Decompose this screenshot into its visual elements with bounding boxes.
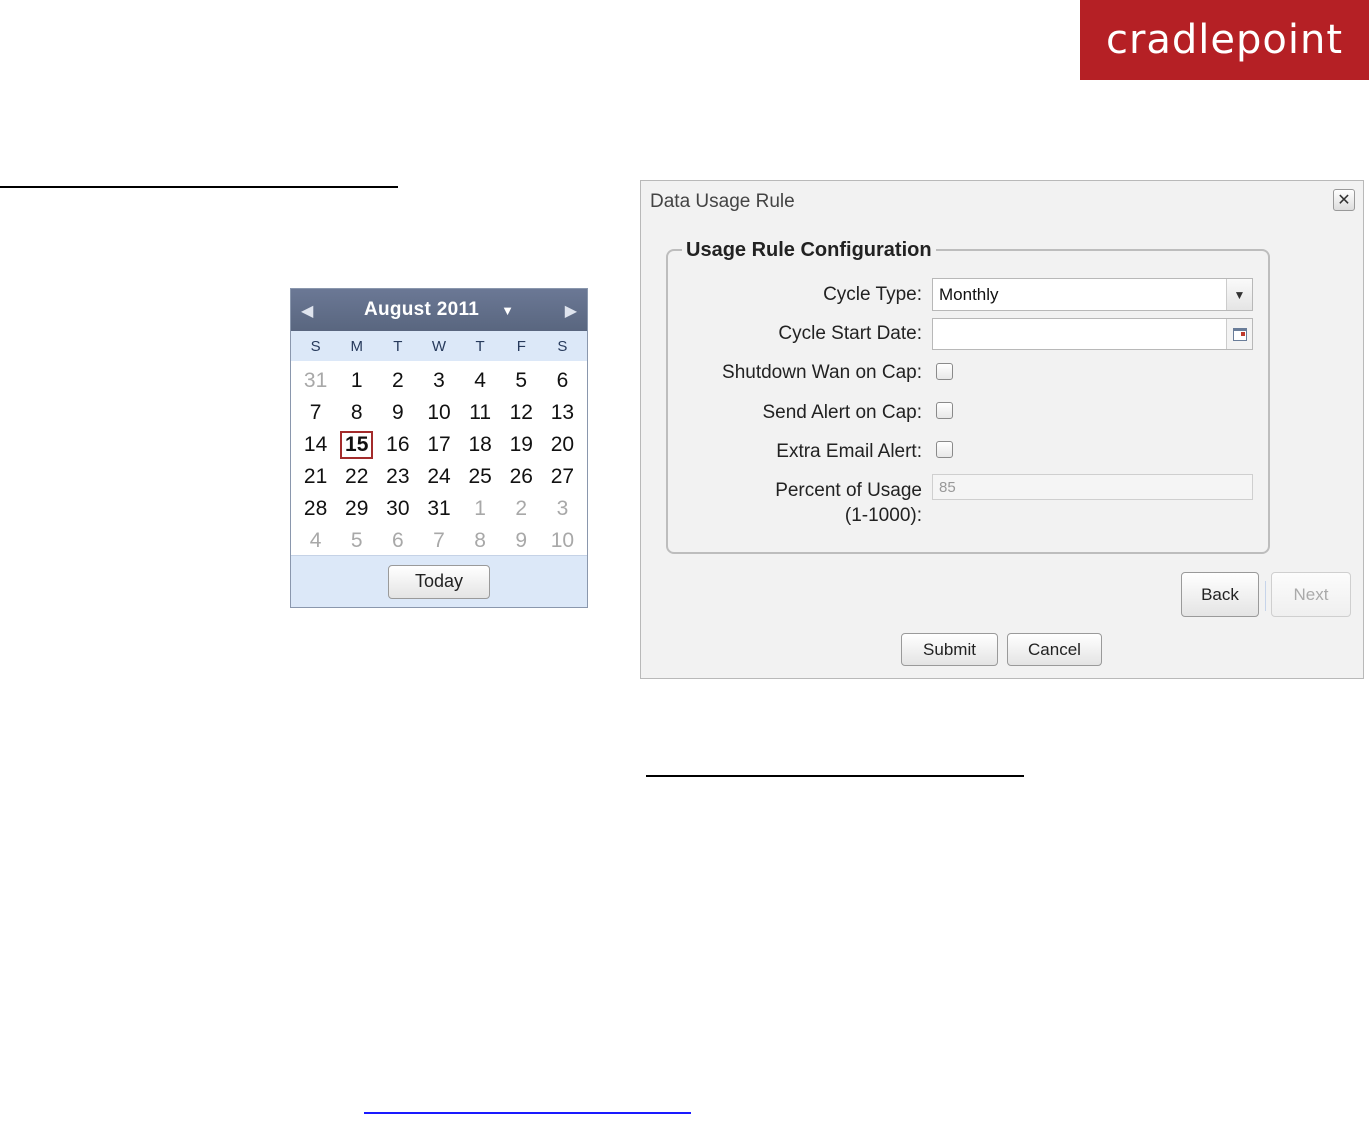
send-alert-checkbox[interactable]	[936, 402, 953, 419]
cycle-start-date-input[interactable]	[932, 318, 1253, 350]
logo-text: cradlepoint	[1105, 17, 1344, 63]
calendar-day[interactable]: 31	[295, 365, 336, 397]
shutdown-wan-checkbox[interactable]	[936, 363, 953, 380]
calendar-day[interactable]: 20	[542, 429, 583, 461]
submit-button[interactable]: Submit	[901, 633, 998, 666]
calendar-footer: Today	[291, 555, 587, 607]
calendar-day[interactable]: 16	[377, 429, 418, 461]
close-icon[interactable]: ✕	[1333, 189, 1355, 211]
percent-usage-range-label: (1-1000):	[844, 505, 922, 526]
calendar-day[interactable]: 3	[418, 365, 459, 397]
calendar-day[interactable]: 5	[336, 525, 377, 557]
calendar-icon[interactable]	[1226, 319, 1252, 349]
calendar-day[interactable]: 18	[460, 429, 501, 461]
calendar-day[interactable]: 27	[542, 461, 583, 493]
cradlepoint-logo: cradlepoint	[1080, 0, 1369, 80]
calendar-day[interactable]: 12	[501, 397, 542, 429]
weekday-label: T	[475, 337, 485, 355]
calendar-day[interactable]: 8	[336, 397, 377, 429]
calendar-day[interactable]: 2	[501, 493, 542, 525]
calendar-day[interactable]: 4	[295, 525, 336, 557]
calendar-day[interactable]: 4	[460, 365, 501, 397]
month-label[interactable]: August 2011	[364, 299, 479, 321]
next-month-icon[interactable]: ▶	[565, 301, 577, 321]
fieldset-legend: Usage Rule Configuration	[682, 239, 936, 262]
calendar-day[interactable]: 9	[377, 397, 418, 429]
heading-underline	[0, 186, 398, 188]
back-button[interactable]: Back	[1181, 572, 1259, 617]
month-dropdown-icon[interactable]: ▼	[501, 303, 514, 318]
calendar-day[interactable]: 10	[418, 397, 459, 429]
calendar-day[interactable]: 3	[542, 493, 583, 525]
calendar-day[interactable]: 13	[542, 397, 583, 429]
cancel-button[interactable]: Cancel	[1007, 633, 1102, 666]
percent-usage-input[interactable]: 85	[932, 474, 1253, 500]
calendar-day[interactable]: 17	[418, 429, 459, 461]
calendar-day[interactable]: 22	[336, 461, 377, 493]
weekday-label: W	[431, 337, 447, 355]
calendar-days: 31 1 2 3 4 5 6 7 8 9 10 11 12 13 14 15 16 17 18 19 20 21 22 23 2…	[291, 361, 587, 559]
calendar-day[interactable]: 1	[460, 493, 501, 525]
caption-underline	[646, 775, 1024, 777]
weekday-label: T	[393, 337, 403, 355]
weekday-label: F	[516, 337, 526, 355]
send-alert-label: Send Alert on Cap:	[762, 402, 923, 423]
calendar-day[interactable]: 2	[377, 365, 418, 397]
calendar-day[interactable]: 26	[501, 461, 542, 493]
calendar-day[interactable]: 25	[460, 461, 501, 493]
hyperlink-underline[interactable]	[364, 1112, 691, 1114]
weekday-label: S	[557, 337, 568, 355]
percent-usage-label: Percent of Usage	[775, 480, 922, 501]
cycle-type-select[interactable]: Monthly ▼	[932, 278, 1253, 311]
calendar-day[interactable]: 6	[542, 365, 583, 397]
calendar-day[interactable]: 9	[501, 525, 542, 557]
calendar-day[interactable]: 7	[295, 397, 336, 429]
shutdown-wan-label: Shutdown Wan on Cap:	[722, 362, 922, 383]
button-separator	[1265, 581, 1266, 611]
chevron-down-icon[interactable]: ▼	[1226, 279, 1252, 310]
extra-email-alert-label: Extra Email Alert:	[776, 441, 922, 462]
cycle-type-value: Monthly	[939, 285, 999, 304]
calendar-day[interactable]: 21	[295, 461, 336, 493]
prev-month-icon[interactable]: ◀	[301, 301, 313, 321]
percent-usage-value: 85	[939, 479, 956, 496]
calendar-day[interactable]: 29	[336, 493, 377, 525]
calendar-day-selected[interactable]: 15	[340, 431, 374, 459]
weekday-label: M	[350, 337, 363, 355]
calendar-day[interactable]: 6	[377, 525, 418, 557]
today-button[interactable]: Today	[388, 564, 490, 599]
calendar-day[interactable]: 24	[418, 461, 459, 493]
calendar-day[interactable]: 8	[460, 525, 501, 557]
cycle-start-date-label: Cycle Start Date:	[778, 323, 922, 344]
next-button[interactable]: Next	[1271, 572, 1351, 617]
weekday-header: SMTWTFS	[291, 331, 587, 361]
date-picker[interactable]: ◀ August 2011 ▼ ▶ SMTWTFS 31 1 2 3 4 5 6 7 8 9 10 1…	[290, 288, 588, 608]
calendar-day[interactable]: 11	[460, 397, 501, 429]
extra-email-alert-checkbox[interactable]	[936, 441, 953, 458]
calendar-day[interactable]: 10	[542, 525, 583, 557]
dialog-title: Data Usage Rule	[650, 191, 795, 212]
calendar-day[interactable]: 1	[336, 365, 377, 397]
calendar-day[interactable]: 28	[295, 493, 336, 525]
calendar-day[interactable]: 31	[418, 493, 459, 525]
calendar-day[interactable]: 7	[418, 525, 459, 557]
calendar-day[interactable]: 23	[377, 461, 418, 493]
calendar-header: ◀ August 2011 ▼ ▶	[291, 289, 587, 331]
calendar-day[interactable]: 19	[501, 429, 542, 461]
data-usage-rule-dialog: Data Usage Rule ✕ Usage Rule Configurati…	[640, 180, 1364, 679]
cycle-type-label: Cycle Type:	[823, 284, 922, 305]
calendar-day[interactable]: 30	[377, 493, 418, 525]
weekday-label: S	[310, 337, 321, 355]
calendar-day[interactable]: 14	[295, 429, 336, 461]
calendar-day[interactable]: 5	[501, 365, 542, 397]
